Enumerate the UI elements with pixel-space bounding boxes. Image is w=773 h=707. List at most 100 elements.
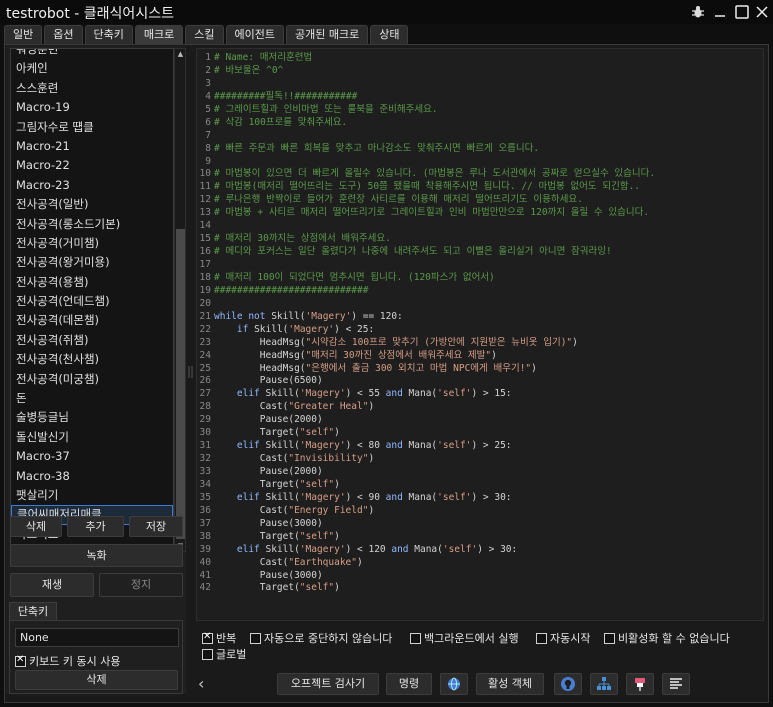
code-line[interactable]: # 그레이트힐과 인비마법 또는 룰북을 준비해주세요. <box>214 104 763 117</box>
code-line[interactable]: # 빠른 주문과 빠른 회복을 맞추고 마나감소도 맞춰주시면 빠르게 오릅니다… <box>214 143 763 156</box>
code-line[interactable]: # 바보울온 ^0^ <box>214 65 763 78</box>
list-item[interactable]: 그림자수로 떕클 <box>11 118 173 137</box>
object-inspector-button[interactable]: 오프젝트 검사기 <box>277 673 379 695</box>
list-item[interactable]: 전사공격(용챔) <box>11 273 173 292</box>
code-line[interactable]: Target("self") <box>214 531 763 544</box>
code-line[interactable]: Target("self") <box>214 582 763 595</box>
code-line[interactable]: HeadMsg("시약감소 100프로 맞추기 (가방안에 지원받은 뉴비옷 입… <box>214 337 763 350</box>
list-item[interactable]: 전사공격(미궁챔) <box>11 370 173 389</box>
code-line[interactable]: Pause(6500) <box>214 375 763 388</box>
code-line[interactable]: elif Skill('Magery') < 120 and Mana('sel… <box>214 544 763 557</box>
list-item[interactable]: 전사공격(롱소드기본) <box>11 215 173 234</box>
code-line[interactable]: Cast("Greater Heal") <box>214 401 763 414</box>
code-line[interactable] <box>214 156 763 169</box>
list-item[interactable]: 돌신발신기 <box>11 428 173 447</box>
list-item[interactable]: Macro-19 <box>11 98 173 117</box>
delete-hotkey-button[interactable]: 삭제 <box>15 670 178 690</box>
list-item[interactable]: 돈 <box>11 389 173 408</box>
macro-list[interactable]: 워밍훈련 아케인 스스훈련 Macro-19 그림자수로 떕클 Macro-21 Macro… <box>10 48 174 552</box>
list-item[interactable]: Macro-37 <box>11 447 173 466</box>
code-line[interactable]: Pause(2000) <box>214 414 763 427</box>
tab-0[interactable]: 일반 <box>4 25 43 44</box>
list-item[interactable]: 술병등글님 <box>11 408 173 427</box>
code-line[interactable]: Target("self") <box>214 479 763 492</box>
code-line[interactable]: Cast("Invisibility") <box>214 453 763 466</box>
code-line[interactable]: while not Skill('Magery') == 120: <box>214 311 763 324</box>
autostart-option[interactable]: 자동시작 <box>536 630 590 646</box>
record-button[interactable]: 녹화 <box>10 544 183 567</box>
code-line[interactable]: # 루나은행 반짝이로 들어가 훈련장 사티르를 이용해 매저리 떨어뜨리기도 … <box>214 194 763 207</box>
panel-splitter[interactable] <box>187 48 195 696</box>
background-option[interactable]: 백그라운드에서 실행 <box>410 630 519 646</box>
save-macro-button[interactable]: 저장 <box>129 516 183 537</box>
code-line[interactable]: # 매저리 30까지는 상점에서 배워주세요. <box>214 233 763 246</box>
play-button[interactable]: 재생 <box>10 573 94 597</box>
list-item[interactable]: 전사공격(데몬챔) <box>11 311 173 330</box>
close-icon[interactable] <box>752 2 772 22</box>
macro-list-scrollbar[interactable]: ▲ ▼ <box>174 48 186 552</box>
code-line[interactable] <box>214 220 763 233</box>
code-line[interactable]: if Skill('Magery') < 25: <box>214 324 763 337</box>
code-line[interactable]: elif Skill('Magery') < 90 and Mana('self… <box>214 492 763 505</box>
list-item[interactable]: 전사공격(천사챔) <box>11 350 173 369</box>
code-line[interactable]: Cast("Energy Field") <box>214 505 763 518</box>
list-item[interactable]: 전사공격(왕거미용) <box>11 253 173 272</box>
code-line[interactable]: # 마법봉 + 사티르 매저리 떨어뜨리기로 그레이트힐과 인비 마법만만으로 … <box>214 207 763 220</box>
pin-icon[interactable] <box>626 673 654 695</box>
hotkey-input[interactable]: None <box>15 628 179 647</box>
code-content[interactable]: # Name: 매저리훈련법 # 바보울온 ^0^ #########필독!!###… <box>214 52 763 595</box>
code-line[interactable]: Pause(3000) <box>214 570 763 583</box>
no-disable-option[interactable]: 비활성화 할 수 없습니다 <box>604 630 730 646</box>
list-icon[interactable] <box>662 673 690 695</box>
code-line[interactable]: ########################### <box>214 285 763 298</box>
code-line[interactable]: Target("self") <box>214 427 763 440</box>
minimize-icon[interactable] <box>710 2 730 22</box>
code-line[interactable]: # 삭감 100프로를 맞춰주세요. <box>214 117 763 130</box>
tab-5[interactable]: 에이전트 <box>225 25 284 44</box>
loop-option[interactable]: 반복 <box>202 630 236 646</box>
code-editor[interactable]: 1 2 3 4 5 6 7 8 9 10 11 12 13 14 15 16 17 18 19 20 21 22 23 24 2… <box>196 48 764 621</box>
list-item[interactable]: Macro-23 <box>11 176 173 195</box>
global-check-icon[interactable] <box>202 649 213 660</box>
list-item[interactable]: Macro-21 <box>11 137 173 156</box>
delete-macro-button[interactable]: 삭제 <box>10 516 62 537</box>
collapse-left-icon[interactable]: ‹ <box>198 676 204 692</box>
code-line[interactable]: Pause(3000) <box>214 518 763 531</box>
code-line[interactable]: # 마법봉(매저리 떨어뜨리는 도구) 50쯤 됐을때 착용해주시면 됩니다. … <box>214 181 763 194</box>
code-line[interactable]: HeadMsg("매저리 30까진 상점에서 배워주세요 제발") <box>214 350 763 363</box>
code-line[interactable]: # Name: 매저리훈련법 <box>214 52 763 65</box>
no-auto-interrupt-option[interactable]: 자동으로 중단하지 않습니다 <box>250 630 392 646</box>
list-item[interactable]: 전사공격(일반) <box>11 195 173 214</box>
list-item[interactable]: 전사공격(언데드챔) <box>11 292 173 311</box>
code-line[interactable]: #########필독!!########### <box>214 91 763 104</box>
stop-button[interactable]: 정지 <box>99 573 183 597</box>
code-line[interactable]: # 마법봉이 있으면 더 빠르게 올릴수 있습니다. (마법봉은 루나 도서관에… <box>214 168 763 181</box>
scrollbar-thumb[interactable] <box>176 229 185 539</box>
bug-icon[interactable] <box>688 2 708 22</box>
code-line[interactable]: elif Skill('Magery') < 55 and Mana('self… <box>214 388 763 401</box>
github-icon[interactable] <box>554 673 582 695</box>
commands-button[interactable]: 명령 <box>386 673 432 695</box>
list-item[interactable]: Macro-22 <box>11 156 173 175</box>
maximize-icon[interactable] <box>732 2 752 22</box>
code-line[interactable] <box>214 298 763 311</box>
background-check-icon[interactable] <box>410 633 421 644</box>
list-item[interactable]: 워밍훈련 <box>11 49 173 59</box>
list-item[interactable]: Macro-38 <box>11 467 173 486</box>
list-item[interactable]: 스스훈련 <box>11 79 173 98</box>
tab-2[interactable]: 단축키 <box>84 25 133 44</box>
global-option[interactable]: 글로벌 <box>202 646 246 662</box>
tab-7[interactable]: 상태 <box>370 25 409 44</box>
scroll-up-icon[interactable]: ▲ <box>176 49 185 59</box>
no-auto-interrupt-check-icon[interactable] <box>250 633 261 644</box>
add-macro-button[interactable]: 추가 <box>67 516 124 537</box>
pass-key-checkbox[interactable]: 키보드 키 동시 사용 <box>15 653 120 669</box>
list-item[interactable]: 전사공격(거미챔) <box>11 234 173 253</box>
code-line[interactable]: elif Skill('Magery') < 80 and Mana('self… <box>214 440 763 453</box>
tab-4[interactable]: 스킬 <box>185 25 224 44</box>
code-line[interactable] <box>214 78 763 91</box>
code-line[interactable] <box>214 259 763 272</box>
tree-icon[interactable] <box>590 673 618 695</box>
tab-3[interactable]: 매크로 <box>134 25 184 44</box>
tab-1[interactable]: 옵션 <box>44 25 83 44</box>
